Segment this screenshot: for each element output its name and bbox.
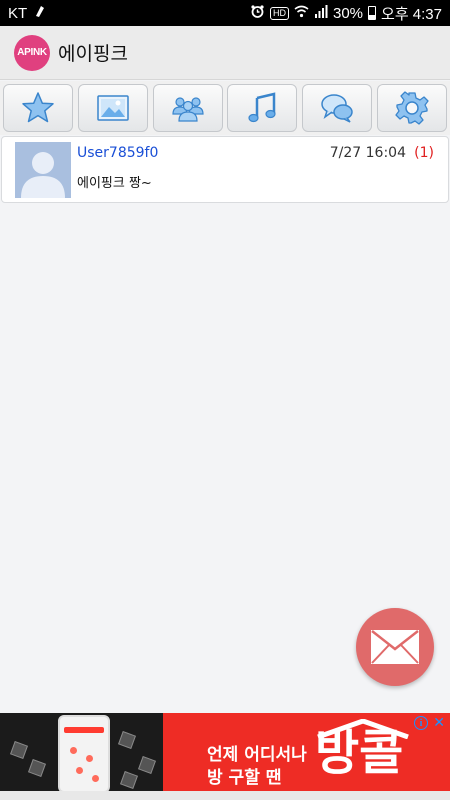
chat-bubbles-icon [321, 94, 353, 123]
message-text: 에이핑크 짱~ [77, 176, 152, 191]
star-icon [22, 92, 54, 123]
list-item[interactable]: User7859f0 7/27 16:04 (1) 에이핑크 짱~ [1, 136, 449, 203]
signal-icon [314, 4, 328, 22]
message-list: User7859f0 7/27 16:04 (1) 에이핑크 짱~ [0, 136, 450, 203]
image-icon [97, 95, 129, 121]
music-note-icon [248, 92, 276, 123]
ad-image [0, 713, 163, 791]
notification-icon [33, 4, 47, 22]
status-bar: KT HD 30% 오후 4:37 [0, 0, 450, 26]
chat-button[interactable] [302, 84, 373, 132]
tab-toolbar [0, 81, 450, 135]
members-button[interactable] [152, 84, 223, 132]
ad-headline-1: 언제 어디서나 [207, 745, 307, 765]
ad-info-icon[interactable]: i [414, 716, 428, 730]
favorites-button[interactable] [3, 84, 73, 132]
app-bar: APINK 에이핑크 [0, 26, 450, 80]
clock: 오후 4:37 [381, 5, 442, 23]
settings-button[interactable] [376, 84, 447, 132]
compose-message-button[interactable] [356, 608, 434, 686]
ad-close-button[interactable]: ✕ [433, 714, 445, 731]
reply-count: (1) [414, 145, 434, 161]
gallery-button[interactable] [77, 84, 148, 132]
ad-headline-2: 방 구할 땐 [207, 768, 282, 788]
people-icon [171, 97, 204, 122]
battery-icon [368, 6, 377, 20]
envelope-icon [371, 630, 419, 664]
hd-badge: HD [270, 6, 289, 20]
bottom-strip [0, 791, 450, 800]
battery-percent: 30% [333, 4, 364, 22]
message-username[interactable]: User7859f0 [77, 145, 158, 161]
wifi-icon [294, 5, 309, 22]
app-logo: APINK [14, 34, 50, 71]
ad-banner[interactable]: 언제 어디서나 방 구할 땐 방콜 i ✕ [0, 713, 450, 791]
app-title: 에이핑크 [58, 43, 128, 65]
music-button[interactable] [227, 84, 298, 132]
alarm-icon [250, 4, 265, 23]
gear-icon [395, 91, 429, 125]
ad-brand: 방콜 [315, 725, 404, 781]
avatar [15, 142, 71, 198]
phone-graphic [58, 715, 110, 791]
message-timestamp: 7/27 16:04 [329, 145, 406, 161]
carrier-label: KT [8, 4, 28, 22]
ad-content: 언제 어디서나 방 구할 땐 방콜 [163, 713, 450, 791]
